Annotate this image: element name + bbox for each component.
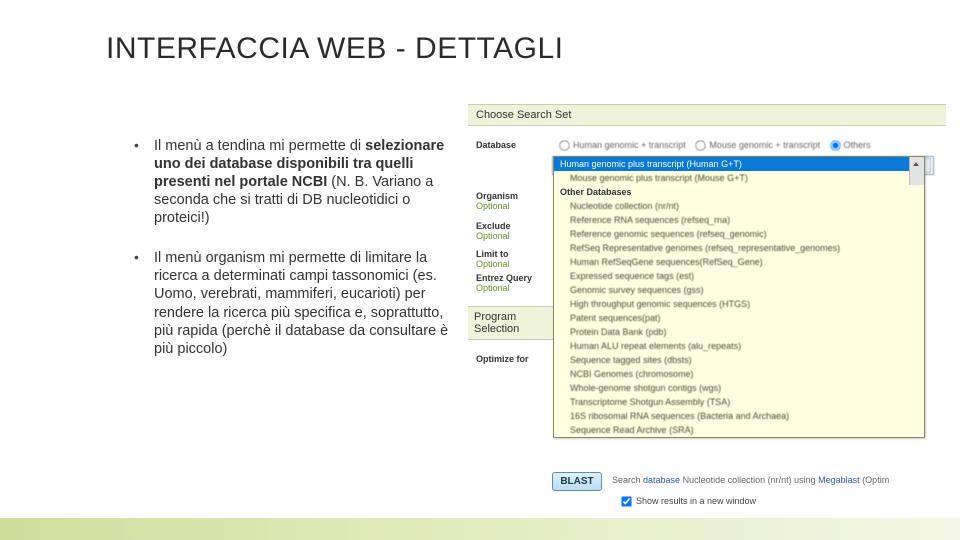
- bullet-list: Il menù a tendina mi permette di selezio…: [94, 137, 462, 380]
- bullet-2: Il menù organism mi permette di limitare…: [134, 249, 462, 358]
- footer-checkbox-row: Show results in a new window: [616, 492, 756, 511]
- dropdown-item[interactable]: Sequence Read Archive (SRA): [554, 423, 924, 437]
- dropdown-item[interactable]: Mouse genomic plus transcript (Mouse G+T…: [554, 171, 924, 185]
- label-exclude: Exclude: [476, 221, 552, 231]
- database-dropdown[interactable]: Human genomic plus transcript (Human G+T…: [553, 156, 925, 438]
- label-optimize: Optimize for: [476, 354, 529, 364]
- slide-title: INTERFACCIA WEB - DETTAGLI: [106, 32, 564, 66]
- dropdown-item[interactable]: Patent sequences(pat): [554, 311, 924, 325]
- radio-human[interactable]: [559, 140, 569, 150]
- section-program: Program Selection: [468, 306, 562, 340]
- label-entrez: Entrez Query: [476, 273, 552, 283]
- label-organism: Organism: [476, 191, 552, 201]
- dropdown-item[interactable]: Human RefSeqGene sequences(RefSeq_Gene): [554, 255, 924, 269]
- dropdown-item[interactable]: Reference RNA sequences (refseq_rna): [554, 213, 924, 227]
- link-megablast[interactable]: Megablast: [818, 475, 860, 485]
- dropdown-item[interactable]: Protein Data Bank (pdb): [554, 325, 924, 339]
- dropdown-item[interactable]: NCBI Genomes (chromosome): [554, 367, 924, 381]
- radio-mouse[interactable]: [696, 140, 706, 150]
- label-limit-optional: Optional: [476, 259, 552, 269]
- footer-band: [0, 518, 960, 540]
- dropdown-item[interactable]: Genomic survey sequences (gss): [554, 283, 924, 297]
- label-limit: Limit to: [476, 249, 552, 259]
- bullet-1: Il menù a tendina mi permette di selezio…: [134, 137, 462, 228]
- radio-others[interactable]: [830, 140, 840, 150]
- dropdown-item[interactable]: Human genomic plus transcript (Human G+T…: [554, 157, 924, 171]
- new-window-checkbox[interactable]: [621, 496, 631, 506]
- dropdown-item[interactable]: Expressed sequence tags (est): [554, 269, 924, 283]
- dropdown-item[interactable]: Reference genomic sequences (refseq_geno…: [554, 227, 924, 241]
- dropdown-item[interactable]: Sequence tagged sites (dbsts): [554, 353, 924, 367]
- dropdown-item[interactable]: Human ALU repeat elements (alu_repeats): [554, 339, 924, 353]
- dropdown-item[interactable]: Whole-genome shotgun contigs (wgs): [554, 381, 924, 395]
- dropdown-item[interactable]: 16S ribosomal RNA sequences (Bacteria an…: [554, 409, 924, 423]
- dropdown-item[interactable]: Other Databases: [554, 185, 924, 199]
- new-window-label: Show results in a new window: [636, 496, 756, 506]
- dropdown-item[interactable]: Nucleotide collection (nr/nt): [554, 199, 924, 213]
- dropdown-item[interactable]: Transcriptome Shotgun Assembly (TSA): [554, 395, 924, 409]
- blast-button[interactable]: BLAST: [552, 472, 602, 491]
- label-exclude-optional: Optional: [476, 231, 552, 241]
- section-search-set: Choose Search Set: [468, 104, 946, 126]
- dropdown-item[interactable]: High throughput genomic sequences (HTGS): [554, 297, 924, 311]
- label-database: Database: [476, 140, 516, 150]
- database-radios[interactable]: Human genomic + transcript Mouse genomic…: [552, 140, 871, 150]
- label-organism-optional: Optional: [476, 201, 552, 211]
- dropdown-item[interactable]: RefSeq Representative genomes (refseq_re…: [554, 241, 924, 255]
- footer-summary: Search database Nucleotide collection (n…: [612, 475, 948, 485]
- link-database[interactable]: database: [643, 475, 680, 485]
- label-entrez-optional: Optional: [476, 283, 552, 293]
